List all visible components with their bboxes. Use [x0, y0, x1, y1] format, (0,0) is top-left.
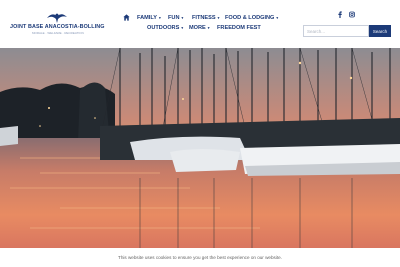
chevron-down-icon: ▾	[159, 16, 161, 20]
search-form: Search	[303, 25, 391, 37]
marina-sunset-image	[0, 48, 400, 248]
nav-outdoors-label: OUTDOORS	[147, 25, 180, 31]
nav-fun-label: FUN	[168, 15, 180, 21]
nav-fitness[interactable]: FITNESS ▾	[192, 15, 219, 21]
chevron-down-icon: ▾	[181, 16, 184, 20]
facebook-icon[interactable]	[337, 11, 343, 18]
search-button[interactable]: Search	[369, 25, 391, 37]
instagram-icon[interactable]	[349, 11, 355, 18]
chevron-down-icon: ▾	[217, 16, 220, 20]
nav-more[interactable]: MORE ▾	[189, 25, 210, 31]
nav-family-label: FAMILY	[137, 15, 157, 21]
hero-image	[0, 48, 400, 248]
site-logo[interactable]: JOINT BASE ANACOSTIA-BOLLING MORALE · WE…	[10, 11, 105, 39]
site-header: JOINT BASE ANACOSTIA-BOLLING MORALE · WE…	[0, 0, 400, 48]
nav-outdoors[interactable]: OUTDOORS ▾	[147, 25, 183, 31]
brand-subtitle: MORALE · WELFARE · RECREATION	[32, 31, 84, 35]
nav-more-label: MORE	[189, 25, 206, 31]
nav-food-lodging[interactable]: FOOD & LODGING ▾	[225, 15, 278, 21]
nav-family[interactable]: FAMILY ▾	[137, 15, 161, 21]
eagle-icon	[47, 13, 67, 23]
chevron-down-icon: ▾	[207, 26, 210, 30]
home-icon[interactable]	[123, 14, 130, 21]
chevron-down-icon: ▾	[181, 26, 184, 30]
nav-freedom-fest-label: FREEDOM FEST	[217, 25, 261, 31]
nav-fun[interactable]: FUN ▾	[168, 15, 183, 21]
nav-food-lodging-label: FOOD & LODGING	[225, 15, 275, 21]
nav-freedom-fest[interactable]: FREEDOM FEST	[217, 25, 261, 31]
cookie-banner: This website uses cookies to ensure you …	[0, 248, 400, 267]
nav-fitness-label: FITNESS	[192, 15, 216, 21]
cookie-notice-text: This website uses cookies to ensure you …	[118, 255, 282, 260]
chevron-down-icon: ▾	[276, 16, 279, 20]
search-input[interactable]	[303, 25, 369, 37]
brand-title: JOINT BASE ANACOSTIA-BOLLING	[10, 24, 105, 30]
